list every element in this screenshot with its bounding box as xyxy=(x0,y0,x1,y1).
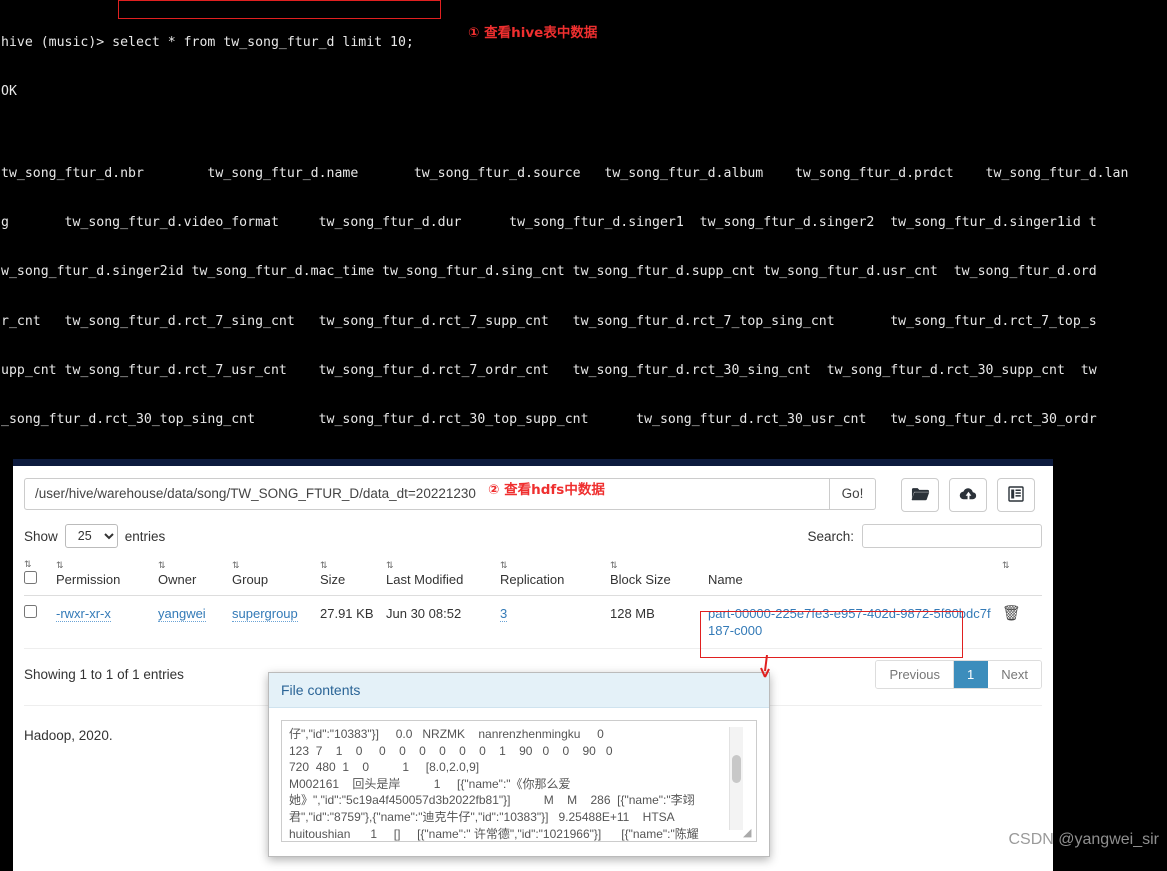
annotation-1-label: ① 查看hive表中数据 xyxy=(468,25,598,41)
table-body: -rwxr-xr-x yangwei supergroup 27.91 KB J… xyxy=(24,595,1042,649)
showing-entries-text: Showing 1 to 1 of 1 entries xyxy=(24,667,184,682)
terminal-header-line: _song_ftur_d.rct_30_top_sing_cnt tw_song… xyxy=(1,412,1097,428)
col-actions-label xyxy=(1002,572,1006,587)
group-value[interactable]: supergroup xyxy=(232,606,298,622)
resize-grip-icon[interactable]: ◢ xyxy=(743,828,755,840)
entries-select[interactable]: 25 50 100 xyxy=(64,524,118,548)
terminal-header-line: r_cnt tw_song_ftur_d.rct_7_sing_cnt tw_s… xyxy=(1,313,1097,329)
col-block-size[interactable]: ⇅ Block Size xyxy=(610,558,708,596)
upload-button[interactable] xyxy=(949,478,987,512)
show-entries-group: Show 25 50 100 entries xyxy=(24,524,165,548)
cell-block-size: 128 MB xyxy=(610,595,708,649)
search-label: Search: xyxy=(807,528,854,544)
col-last-modified-label: Last Modified xyxy=(386,572,464,587)
sort-icon: ⇅ xyxy=(232,560,240,570)
terminal-header-line: w_song_ftur_d.singer2id tw_song_ftur_d.m… xyxy=(1,264,1097,280)
search-input[interactable] xyxy=(862,524,1042,548)
col-replication[interactable]: ⇅ Replication xyxy=(500,558,610,596)
scrollbar-thumb[interactable] xyxy=(732,755,741,783)
terminal-header-block: tw_song_ftur_d.nbr tw_song_ftur_d.name t… xyxy=(1,133,1167,450)
col-group[interactable]: ⇅ Group xyxy=(232,558,320,596)
table-row[interactable]: -rwxr-xr-x yangwei supergroup 27.91 KB J… xyxy=(24,595,1042,649)
col-replication-label: Replication xyxy=(500,572,565,587)
terminal-header-line: g tw_song_ftur_d.video_format tw_song_ft… xyxy=(1,215,1097,231)
col-owner-label: Owner xyxy=(158,572,197,587)
file-name-link[interactable]: part-00000-225e7fe3-e957-402d-9872-5f80b… xyxy=(708,606,991,638)
sort-icon: ⇅ xyxy=(56,560,64,570)
hdfs-path-input[interactable]: /user/hive/warehouse/data/song/TW_SONG_F… xyxy=(24,478,829,510)
select-all-checkbox[interactable] xyxy=(24,571,37,584)
owner-value[interactable]: yangwei xyxy=(158,606,206,622)
col-actions[interactable]: ⇅ xyxy=(1002,558,1042,596)
col-name-label: Name xyxy=(708,572,743,587)
hdfs-navbar xyxy=(13,459,1053,466)
hdfs-table-controls: Show 25 50 100 entries Search: xyxy=(13,512,1053,548)
row-checkbox-cell[interactable] xyxy=(24,595,56,649)
sort-icon: ⇅ xyxy=(500,560,508,570)
terminal-header-line: tw_song_ftur_d.nbr tw_song_ftur_d.name t… xyxy=(1,166,1129,182)
watermark-user: @yangwei_sir xyxy=(1058,831,1159,848)
terminal-header-line: upp_cnt tw_song_ftur_d.rct_7_usr_cnt tw_… xyxy=(1,362,1097,378)
sort-icon: ⇅ xyxy=(320,560,328,570)
annotation-2-label: ② 查看hdfs中数据 xyxy=(488,482,605,498)
col-select-all[interactable]: ⇅ xyxy=(24,558,56,596)
trash-icon[interactable]: 🗑 xyxy=(1002,605,1021,622)
col-last-modified[interactable]: ⇅ Last Modified xyxy=(386,558,500,596)
table-head: ⇅ ⇅ Permission ⇅ Owner ⇅ Group ⇅ Size ⇅ Last … xyxy=(24,558,1042,596)
file-list-icon xyxy=(1008,485,1024,505)
pagination-previous[interactable]: Previous xyxy=(876,661,955,688)
sort-icon: ⇅ xyxy=(386,560,394,570)
pagination: Previous 1 Next xyxy=(875,660,1042,689)
dialog-title: File contents xyxy=(269,673,769,708)
col-owner[interactable]: ⇅ Owner xyxy=(158,558,232,596)
col-size[interactable]: ⇅ Size xyxy=(320,558,386,596)
sort-icon: ⇅ xyxy=(610,560,618,570)
folder-button[interactable] xyxy=(901,478,939,512)
file-contents-text[interactable]: 仔","id":"10383"}] 0.0 NRZMK nanrenzhenmi… xyxy=(281,720,757,842)
file-list-button[interactable] xyxy=(997,478,1035,512)
file-contents-scrollbar[interactable] xyxy=(729,727,743,830)
hive-prompt: hive (music)> xyxy=(1,34,113,50)
go-button[interactable]: Go! xyxy=(829,478,876,510)
hdfs-file-table: ⇅ ⇅ Permission ⇅ Owner ⇅ Group ⇅ Size ⇅ Last … xyxy=(24,558,1042,649)
show-label: Show xyxy=(24,528,58,544)
sort-icon xyxy=(708,561,996,572)
cell-permission: -rwxr-xr-x xyxy=(56,595,158,649)
replication-value[interactable]: 3 xyxy=(500,606,508,622)
terminal-ok-line: OK xyxy=(1,84,17,100)
col-permission[interactable]: ⇅ Permission xyxy=(56,558,158,596)
pagination-next[interactable]: Next xyxy=(988,661,1041,688)
hive-terminal[interactable]: hive (music)> select * from tw_song_ftur… xyxy=(0,0,1167,450)
cell-replication: 3 xyxy=(500,595,610,649)
watermark: CSDN @yangwei_sir xyxy=(1008,831,1159,849)
cell-delete[interactable]: 🗑 xyxy=(1002,595,1042,649)
col-group-label: Group xyxy=(232,572,269,587)
hdfs-toolbar xyxy=(901,478,1035,512)
cell-name: part-00000-225e7fe3-e957-402d-9872-5f80b… xyxy=(708,595,1002,649)
cell-size: 27.91 KB xyxy=(320,595,386,649)
entries-label: entries xyxy=(124,528,166,544)
col-block-size-label: Block Size xyxy=(610,572,671,587)
sort-icon: ⇅ xyxy=(24,559,32,569)
sort-icon: ⇅ xyxy=(158,560,166,570)
col-size-label: Size xyxy=(320,572,346,587)
table-header-row: ⇅ ⇅ Permission ⇅ Owner ⇅ Group ⇅ Size ⇅ Last … xyxy=(24,558,1042,596)
cell-owner: yangwei xyxy=(158,595,232,649)
folder-icon xyxy=(911,486,930,505)
col-name[interactable]: Name xyxy=(708,558,1002,596)
sort-icon: ⇅ xyxy=(1002,560,1010,570)
hive-command-text: select * from tw_song_ftur_d limit 10; xyxy=(112,34,414,50)
cell-last-modified: Jun 30 08:52 xyxy=(386,595,500,649)
watermark-csdn: CSDN xyxy=(1008,831,1054,848)
col-permission-label: Permission xyxy=(56,572,121,587)
file-contents-dialog: File contents 仔","id":"10383"}] 0.0 NRZM… xyxy=(268,672,770,857)
row-checkbox[interactable] xyxy=(24,605,37,618)
permission-value[interactable]: -rwxr-xr-x xyxy=(56,606,111,622)
upload-cloud-icon xyxy=(959,486,978,505)
cell-group: supergroup xyxy=(232,595,320,649)
pagination-page-1[interactable]: 1 xyxy=(954,661,989,688)
red-arrow-icon xyxy=(760,655,770,678)
dialog-body: 仔","id":"10383"}] 0.0 NRZMK nanrenzhenmi… xyxy=(269,708,769,856)
search-group: Search: xyxy=(807,524,1042,548)
